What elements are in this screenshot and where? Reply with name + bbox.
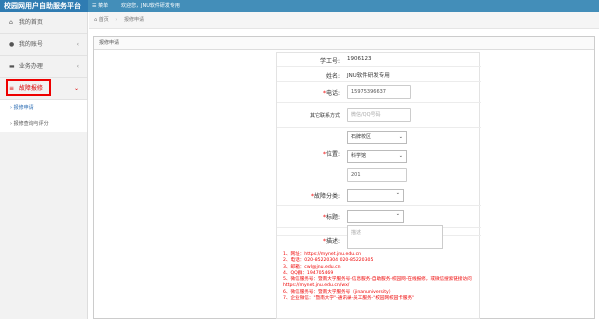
row-other-contact: 其它联系方式 微信/QQ号码 [277,103,481,128]
sidebar-subitem-label: 报修申请 [13,105,34,111]
row-fault-type: *故障分类: ⌄ [277,186,481,206]
title-select[interactable]: ⌄ [347,210,404,223]
description-label: *描述: [322,238,340,245]
briefcase-icon: ▬ [9,63,15,70]
description-textarea[interactable]: 描述 [347,225,443,249]
breadcrumb-home[interactable]: 首页 [99,17,109,23]
row-description: *描述: 描述 [277,225,481,252]
info-line: 7、企业微信："暨南大学"-通讯录-员工服务-"校园网校园卡服务" [283,296,415,302]
panel-title: 报修申请 [94,37,594,50]
sidebar: ⌂ 我的首页 ● 我的账号 ‹ ▬ 业务办理 ‹ ≡ 故障报修 ⌄ › 报修申请… [0,12,88,319]
building-select-value: 科学馆 [351,153,367,159]
menu-button[interactable]: ☰ 菜单 [92,0,108,12]
building-select[interactable]: 科学馆 ⌄ [347,150,407,163]
home-icon[interactable]: ⌂ [94,17,97,23]
other-contact-input[interactable]: 微信/QQ号码 [347,108,411,122]
sidebar-item-label: 我的首页 [18,19,43,26]
location-label: *位置: [322,151,340,158]
chevron-right-icon: › [10,105,12,111]
campus-select-value: 石牌校区 [351,134,372,140]
highlight-box [6,79,51,96]
fault-type-select[interactable]: ⌄ [347,189,404,202]
chevron-left-icon: ‹ [76,41,79,48]
fault-type-label: *故障分类: [310,193,340,200]
sidebar-subitem-repair-query[interactable]: › 报修查询与评分 [0,116,87,132]
chevron-down-icon: ⌄ [395,211,400,217]
sidebar-subitem-repair-apply[interactable]: › 报修申请 [0,100,87,116]
user-icon: ● [9,41,15,48]
other-contact-label: 其它联系方式 [309,113,340,119]
home-icon: ⌂ [9,19,13,26]
name-value: JNU软件研发专用 [347,73,390,79]
app-title: 校园网用户自助服务平台 [0,0,88,12]
menu-icon: ☰ [92,3,97,9]
chevron-down-icon: ⌄ [73,85,79,92]
row-name: 姓名: JNU软件研发专用 [277,67,481,82]
menu-label: 菜单 [98,3,109,9]
top-bar [0,0,599,12]
breadcrumb-separator: › [115,17,118,23]
student-id-value: 1906123 [347,56,372,62]
title-label: *标题: [322,214,340,221]
student-id-label: 学工号: [319,58,340,65]
phone-label: *电话: [322,90,340,97]
welcome-text: 欢迎您，JNU软件研发专用 [121,3,180,9]
sidebar-item-business[interactable]: ▬ 业务办理 ‹ [0,56,87,78]
contact-info: 1、网址：https://mynet.jnu.edu.cn 2、电话：020-8… [283,252,493,302]
chevron-right-icon: › [10,121,12,127]
sidebar-item-label: 业务办理 [18,63,43,70]
phone-input[interactable]: 15975396637 [347,85,411,99]
name-label: 姓名: [325,73,340,80]
chevron-down-icon: ⌄ [395,190,400,196]
breadcrumb-current: 报修申请 [123,17,144,23]
breadcrumb: ⌂ 首页 › 报修申请 [89,12,599,29]
row-student-id: 学工号: 1906123 [277,53,481,67]
sidebar-item-account[interactable]: ● 我的账号 ‹ [0,34,87,56]
sidebar-submenu: › 报修申请 › 报修查询与评分 [0,100,87,132]
room-input[interactable]: 201 [347,168,407,182]
sidebar-item-label: 我的账号 [18,41,43,48]
sidebar-item-home[interactable]: ⌂ 我的首页 [0,12,87,34]
sidebar-subitem-label: 报修查询与评分 [13,121,49,127]
chevron-down-icon: ⌄ [398,153,403,159]
chevron-left-icon: ‹ [76,63,79,70]
chevron-down-icon: ⌄ [398,134,403,140]
campus-select[interactable]: 石牌校区 ⌄ [347,131,407,144]
row-phone: *电话: 15975396637 [277,82,481,103]
